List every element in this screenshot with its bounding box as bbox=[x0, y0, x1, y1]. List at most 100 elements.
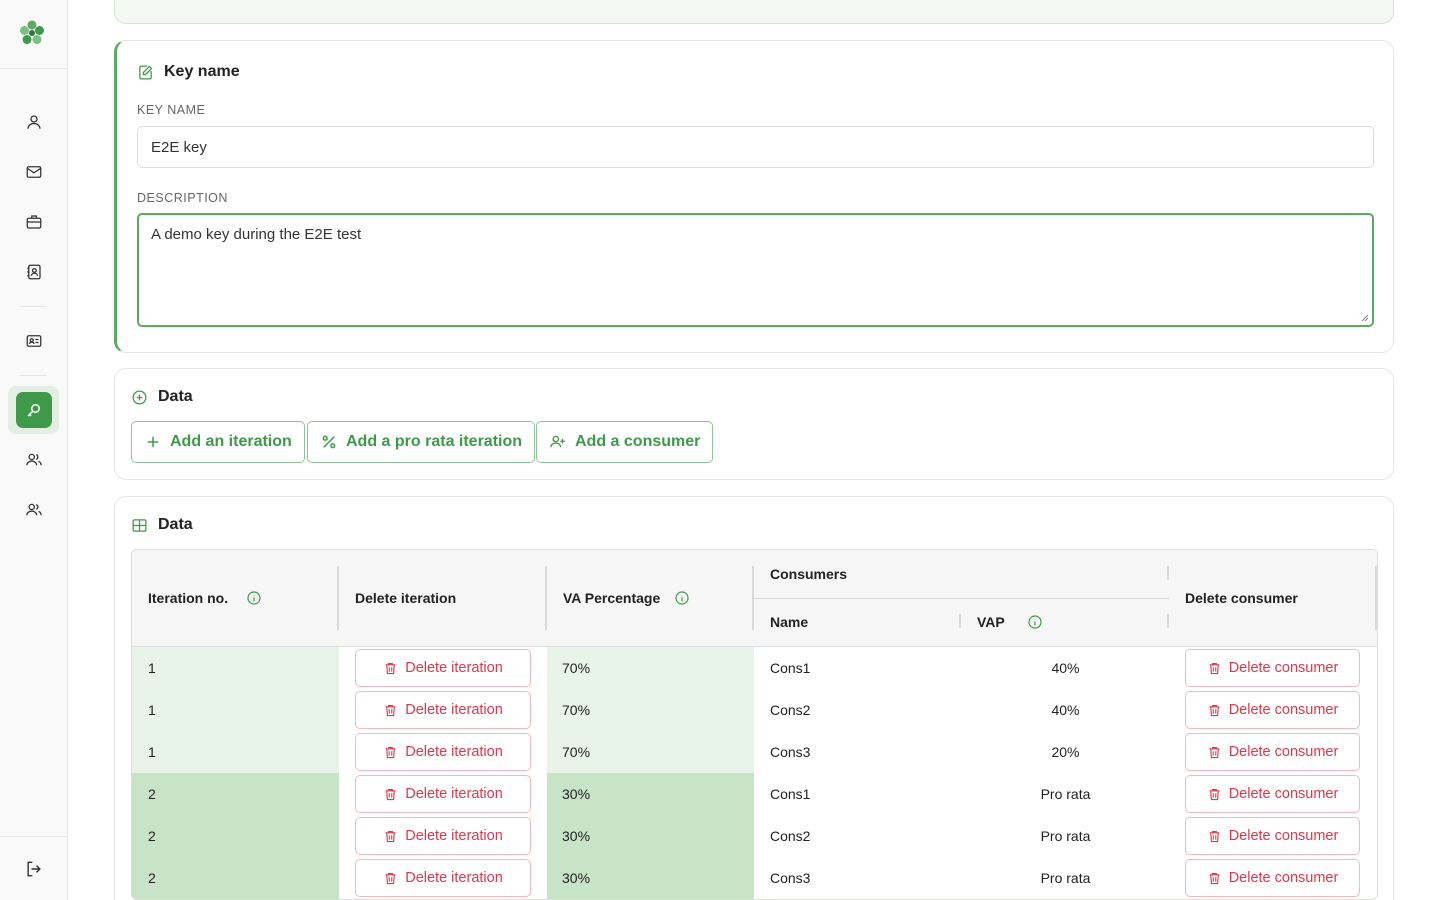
delete-iteration-button[interactable]: Delete iteration bbox=[355, 859, 531, 897]
resize-handle-icon[interactable] bbox=[1361, 314, 1369, 322]
key-name-input[interactable]: E2E key bbox=[137, 126, 1374, 168]
delete-iteration-button[interactable]: Delete iteration bbox=[355, 775, 531, 813]
delete-iteration-label: Delete iteration bbox=[405, 702, 503, 718]
cell-delete-consumer: Delete consumer bbox=[1169, 647, 1377, 689]
contact-book-icon bbox=[26, 264, 41, 280]
column-separator[interactable] bbox=[1167, 614, 1169, 628]
trash-icon bbox=[1209, 662, 1220, 674]
delete-iteration-label: Delete iteration bbox=[405, 870, 503, 886]
key-search-icon bbox=[26, 404, 40, 417]
delete-iteration-label: Delete iteration bbox=[405, 828, 503, 844]
sidebar-divider bbox=[20, 306, 47, 307]
description-label: DESCRIPTION bbox=[137, 191, 228, 205]
data-table-card: Data Iteration no. Delete iteration VA P… bbox=[114, 496, 1394, 900]
delete-iteration-button[interactable]: Delete iteration bbox=[355, 817, 531, 855]
cell-iteration: 2 bbox=[132, 857, 339, 899]
header-consumers-label: Consumers bbox=[770, 566, 848, 582]
column-separator[interactable] bbox=[1375, 566, 1377, 630]
delete-consumer-button[interactable]: Delete consumer bbox=[1185, 733, 1360, 771]
trash-icon bbox=[385, 872, 396, 884]
delete-consumer-button[interactable]: Delete consumer bbox=[1185, 649, 1360, 687]
sidebar-divider bbox=[0, 68, 67, 69]
sidebar-item-contacts[interactable] bbox=[8, 248, 59, 296]
users-group-icon bbox=[25, 503, 42, 516]
cell-delete-iteration: Delete iteration bbox=[339, 815, 547, 857]
delete-consumer-label: Delete consumer bbox=[1228, 702, 1339, 718]
sidebar-divider bbox=[20, 375, 47, 376]
data-actions-card-title: Data bbox=[158, 388, 193, 405]
cell-va-percentage: 70% bbox=[547, 647, 754, 689]
key-name-card-title: Key name bbox=[164, 63, 240, 80]
previous-card bbox=[114, 0, 1394, 24]
header-iteration-no: Iteration no. bbox=[148, 590, 262, 606]
sidebar-item-groups[interactable] bbox=[8, 486, 59, 534]
table-row: 1 Delete iteration 70% Cons1 40% Delete … bbox=[132, 647, 1377, 689]
trash-icon bbox=[385, 662, 396, 674]
trash-icon bbox=[1209, 788, 1220, 800]
delete-consumer-button[interactable]: Delete consumer bbox=[1185, 817, 1360, 855]
percent-icon bbox=[322, 435, 336, 449]
info-icon[interactable] bbox=[1027, 614, 1043, 630]
data-table: Iteration no. Delete iteration VA Percen… bbox=[131, 549, 1378, 900]
logout-button[interactable] bbox=[8, 845, 59, 893]
sidebar-item-briefcase[interactable] bbox=[8, 198, 59, 246]
trash-icon bbox=[385, 704, 396, 716]
add-consumer-button[interactable]: Add a consumer bbox=[536, 421, 714, 463]
sidebar bbox=[0, 0, 68, 900]
add-pro-rata-iteration-button[interactable]: Add a pro rata iteration bbox=[307, 421, 536, 463]
app-logo-icon[interactable] bbox=[16, 17, 48, 49]
plus-circle-icon bbox=[132, 389, 147, 405]
cell-iteration: 2 bbox=[132, 815, 339, 857]
header-va-percentage: VA Percentage bbox=[563, 590, 690, 606]
header-delete-iteration-label: Delete iteration bbox=[355, 590, 457, 606]
cell-delete-consumer: Delete consumer bbox=[1169, 731, 1377, 773]
cell-delete-consumer: Delete consumer bbox=[1169, 857, 1377, 899]
delete-iteration-button[interactable]: Delete iteration bbox=[355, 733, 531, 771]
cell-va-percentage: 70% bbox=[547, 731, 754, 773]
delete-consumer-button[interactable]: Delete consumer bbox=[1185, 859, 1360, 897]
data-table-card-title: Data bbox=[158, 516, 193, 533]
add-iteration-button[interactable]: Add an iteration bbox=[131, 421, 305, 463]
cell-va-percentage: 30% bbox=[547, 815, 754, 857]
sidebar-item-id-card[interactable] bbox=[8, 317, 59, 365]
info-icon[interactable] bbox=[674, 590, 690, 606]
delete-iteration-button[interactable]: Delete iteration bbox=[355, 691, 531, 729]
header-name: Name bbox=[770, 614, 808, 630]
column-separator[interactable] bbox=[337, 566, 339, 630]
description-textarea[interactable]: A demo key during the E2E test bbox=[137, 213, 1374, 327]
trash-icon bbox=[385, 830, 396, 842]
delete-consumer-button[interactable]: Delete consumer bbox=[1185, 775, 1360, 813]
sidebar-item-users[interactable] bbox=[8, 436, 59, 484]
delete-consumer-label: Delete consumer bbox=[1228, 744, 1339, 760]
briefcase-icon bbox=[26, 215, 41, 229]
header-delete-iteration: Delete iteration bbox=[355, 590, 456, 606]
cell-consumer-name: Cons2 bbox=[754, 815, 962, 857]
sidebar-item-mail[interactable] bbox=[8, 148, 59, 196]
delete-iteration-button[interactable]: Delete iteration bbox=[355, 649, 531, 687]
header-delete-consumer: Delete consumer bbox=[1185, 590, 1298, 606]
sidebar-divider bbox=[0, 836, 67, 837]
sidebar-item-user[interactable] bbox=[8, 98, 59, 146]
plus-icon bbox=[147, 436, 159, 448]
table-body: 1 Delete iteration 70% Cons1 40% Delete … bbox=[132, 647, 1377, 899]
cell-iteration: 1 bbox=[132, 731, 339, 773]
column-separator[interactable] bbox=[959, 614, 961, 628]
info-icon[interactable] bbox=[246, 590, 262, 606]
header-vap-label: VAP bbox=[977, 614, 1005, 630]
add-consumer-label: Add a consumer bbox=[575, 433, 701, 450]
table-row: 2 Delete iteration 30% Cons2 Pro rata De… bbox=[132, 815, 1377, 857]
header-name-label: Name bbox=[770, 614, 809, 630]
sidebar-item-keys[interactable] bbox=[8, 386, 59, 434]
key-name-card-header: Key name bbox=[137, 63, 240, 81]
key-name-label: KEY NAME bbox=[137, 103, 206, 117]
delete-consumer-button[interactable]: Delete consumer bbox=[1185, 691, 1360, 729]
cell-delete-consumer: Delete consumer bbox=[1169, 815, 1377, 857]
key-name-card: Key name KEY NAME E2E key DESCRIPTION A … bbox=[114, 40, 1394, 353]
trash-icon bbox=[1209, 746, 1220, 758]
mail-icon bbox=[26, 166, 41, 178]
column-separator[interactable] bbox=[545, 566, 547, 630]
trash-icon bbox=[385, 788, 396, 800]
column-separator[interactable] bbox=[1167, 566, 1169, 580]
id-card-icon bbox=[26, 335, 41, 347]
cell-consumer-name: Cons1 bbox=[754, 773, 962, 815]
